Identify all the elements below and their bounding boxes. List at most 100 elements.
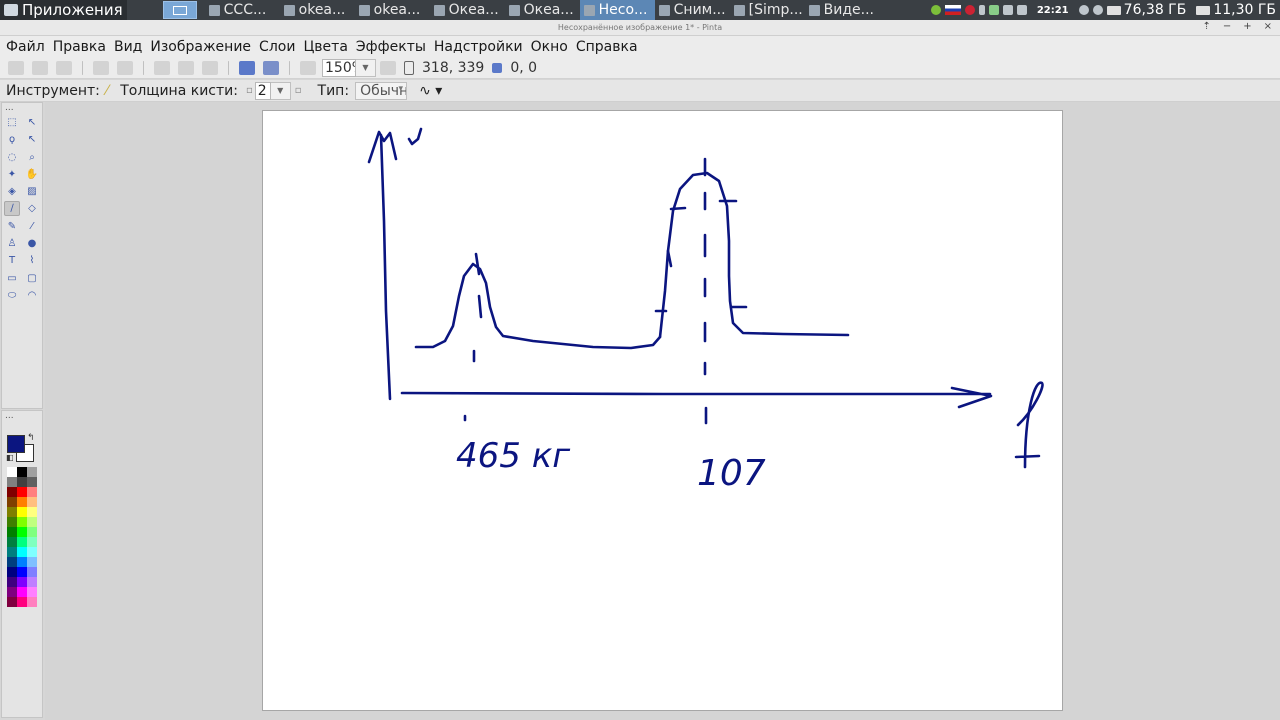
clone-stamp-tool-icon[interactable]: ♙: [4, 236, 20, 251]
deselect-icon[interactable]: [263, 60, 279, 75]
record-icon[interactable]: [964, 5, 975, 15]
menu-view[interactable]: Вид: [110, 39, 146, 55]
color-swatch[interactable]: [17, 597, 27, 607]
color-swatch[interactable]: [17, 537, 27, 547]
taskbar-item[interactable]: Несо...: [579, 0, 655, 20]
zoom-tool-icon[interactable]: ⌕: [24, 150, 40, 165]
color-swatch[interactable]: [17, 477, 27, 487]
zoom-input[interactable]: 150%: [322, 58, 356, 77]
taskbar-item[interactable]: Океа...: [505, 0, 580, 20]
lasso-select-tool-icon[interactable]: ϙ: [4, 132, 20, 147]
keep-above-button[interactable]: ⇡: [1202, 21, 1210, 32]
zoom-out-icon[interactable]: [300, 60, 316, 75]
reset-colors-icon[interactable]: ◧: [6, 453, 14, 462]
color-swatch[interactable]: [7, 477, 17, 487]
primary-color-swatch[interactable]: [7, 435, 25, 453]
menu-window[interactable]: Окно: [527, 39, 572, 55]
brush-width-decrease-icon[interactable]: ▫: [246, 85, 253, 96]
copy-icon[interactable]: [178, 60, 194, 75]
pan-tool-icon[interactable]: ✋: [24, 167, 40, 182]
paint-bucket-tool-icon[interactable]: ◈: [4, 184, 20, 199]
menu-addins[interactable]: Надстройки: [430, 39, 527, 55]
brush-width-dropdown-button[interactable]: ▼: [270, 81, 291, 100]
menu-layers[interactable]: Слои: [255, 39, 299, 55]
disk-usage-2[interactable]: 11,30 ГБ: [1196, 2, 1276, 18]
color-swatch[interactable]: [17, 487, 27, 497]
magic-wand-tool-icon[interactable]: ✦: [4, 167, 20, 182]
color-swatch[interactable]: [7, 487, 17, 497]
color-swatch[interactable]: [27, 547, 37, 557]
color-swatch[interactable]: [27, 527, 37, 537]
ellipse-select-tool-icon[interactable]: ◌: [4, 150, 20, 165]
undo-icon[interactable]: [93, 60, 109, 75]
applications-menu-button[interactable]: Приложения: [0, 0, 127, 20]
color-swatch[interactable]: [17, 507, 27, 517]
color-swatch[interactable]: [17, 517, 27, 527]
open-image-icon[interactable]: [32, 60, 48, 75]
color-swatch[interactable]: [7, 467, 17, 477]
redo-icon[interactable]: [117, 60, 133, 75]
menu-effects[interactable]: Эффекты: [352, 39, 430, 55]
disk-usage-1[interactable]: 76,38 ГБ: [1106, 2, 1186, 18]
pencil-tool-icon[interactable]: ✎: [4, 219, 20, 234]
taskbar-item[interactable]: [Simp...: [730, 0, 805, 20]
menu-image[interactable]: Изображение: [146, 39, 255, 55]
taskbar-item[interactable]: okea...: [355, 0, 430, 20]
color-swatch[interactable]: [17, 527, 27, 537]
select-all-icon[interactable]: [239, 60, 255, 75]
color-swatch[interactable]: [7, 597, 17, 607]
color-swatch[interactable]: [7, 537, 17, 547]
taskbar-item[interactable]: okea...: [280, 0, 355, 20]
menu-edit[interactable]: Правка: [49, 39, 110, 55]
menu-file[interactable]: Файл: [2, 39, 49, 55]
color-swatch[interactable]: [27, 507, 37, 517]
color-swatch[interactable]: [7, 497, 17, 507]
zoom-dropdown-button[interactable]: ▼: [356, 58, 376, 77]
color-swatch[interactable]: [27, 597, 37, 607]
clock[interactable]: 22:21: [1037, 5, 1069, 16]
brush-width-input[interactable]: 2: [254, 81, 271, 100]
taskbar-item[interactable]: CCC...: [205, 0, 280, 20]
volume-icon[interactable]: [1092, 5, 1103, 15]
color-swatch[interactable]: [27, 577, 37, 587]
close-button[interactable]: ×: [1264, 21, 1272, 32]
color-swatch[interactable]: [7, 547, 17, 557]
color-swatch[interactable]: [7, 577, 17, 587]
maximize-button[interactable]: +: [1243, 21, 1251, 32]
paste-icon[interactable]: [202, 60, 218, 75]
update-icon[interactable]: [1078, 5, 1089, 15]
menu-adjustments[interactable]: Цвета: [299, 39, 351, 55]
color-swatch[interactable]: [27, 467, 37, 477]
taskbar-item[interactable]: Виде...: [805, 0, 880, 20]
volume-small-icon[interactable]: [978, 5, 985, 15]
color-swatch[interactable]: [27, 517, 37, 527]
gradient-tool-icon[interactable]: ▨: [24, 184, 40, 199]
zoom-in-icon[interactable]: [380, 60, 396, 75]
window-titlebar[interactable]: Несохранённое изображение 1* - Pinta ⇡ −…: [0, 20, 1280, 36]
line-curve-tool-icon[interactable]: ⌇: [24, 253, 40, 268]
move-selected-tool-icon[interactable]: ↖: [24, 115, 40, 130]
freeform-shape-tool-icon[interactable]: ◠: [24, 288, 40, 303]
text-tool-icon[interactable]: T: [4, 253, 20, 268]
color-swatch[interactable]: [27, 477, 37, 487]
color-swatch[interactable]: [27, 567, 37, 577]
rectangle-select-tool-icon[interactable]: ⬚: [4, 115, 20, 130]
swap-colors-icon[interactable]: ↰: [27, 433, 35, 443]
move-selection-tool-icon[interactable]: ↖: [24, 132, 40, 147]
network-icon[interactable]: [930, 5, 941, 15]
color-swatch[interactable]: [27, 537, 37, 547]
color-swatch[interactable]: [27, 557, 37, 567]
color-swatch[interactable]: [7, 507, 17, 517]
cut-icon[interactable]: [154, 60, 170, 75]
pen-icon[interactable]: [1002, 5, 1013, 15]
color-swatch[interactable]: [17, 467, 27, 477]
color-swatch[interactable]: [7, 567, 17, 577]
menu-help[interactable]: Справка: [572, 39, 642, 55]
color-swatch[interactable]: [7, 557, 17, 567]
new-image-icon[interactable]: [8, 60, 24, 75]
color-picker-tool-icon[interactable]: ⁄: [24, 219, 40, 234]
brush-type-select[interactable]: Обычн: [355, 81, 408, 100]
color-swatch[interactable]: [17, 497, 27, 507]
color-swatch[interactable]: [27, 587, 37, 597]
color-swatch[interactable]: [7, 517, 17, 527]
